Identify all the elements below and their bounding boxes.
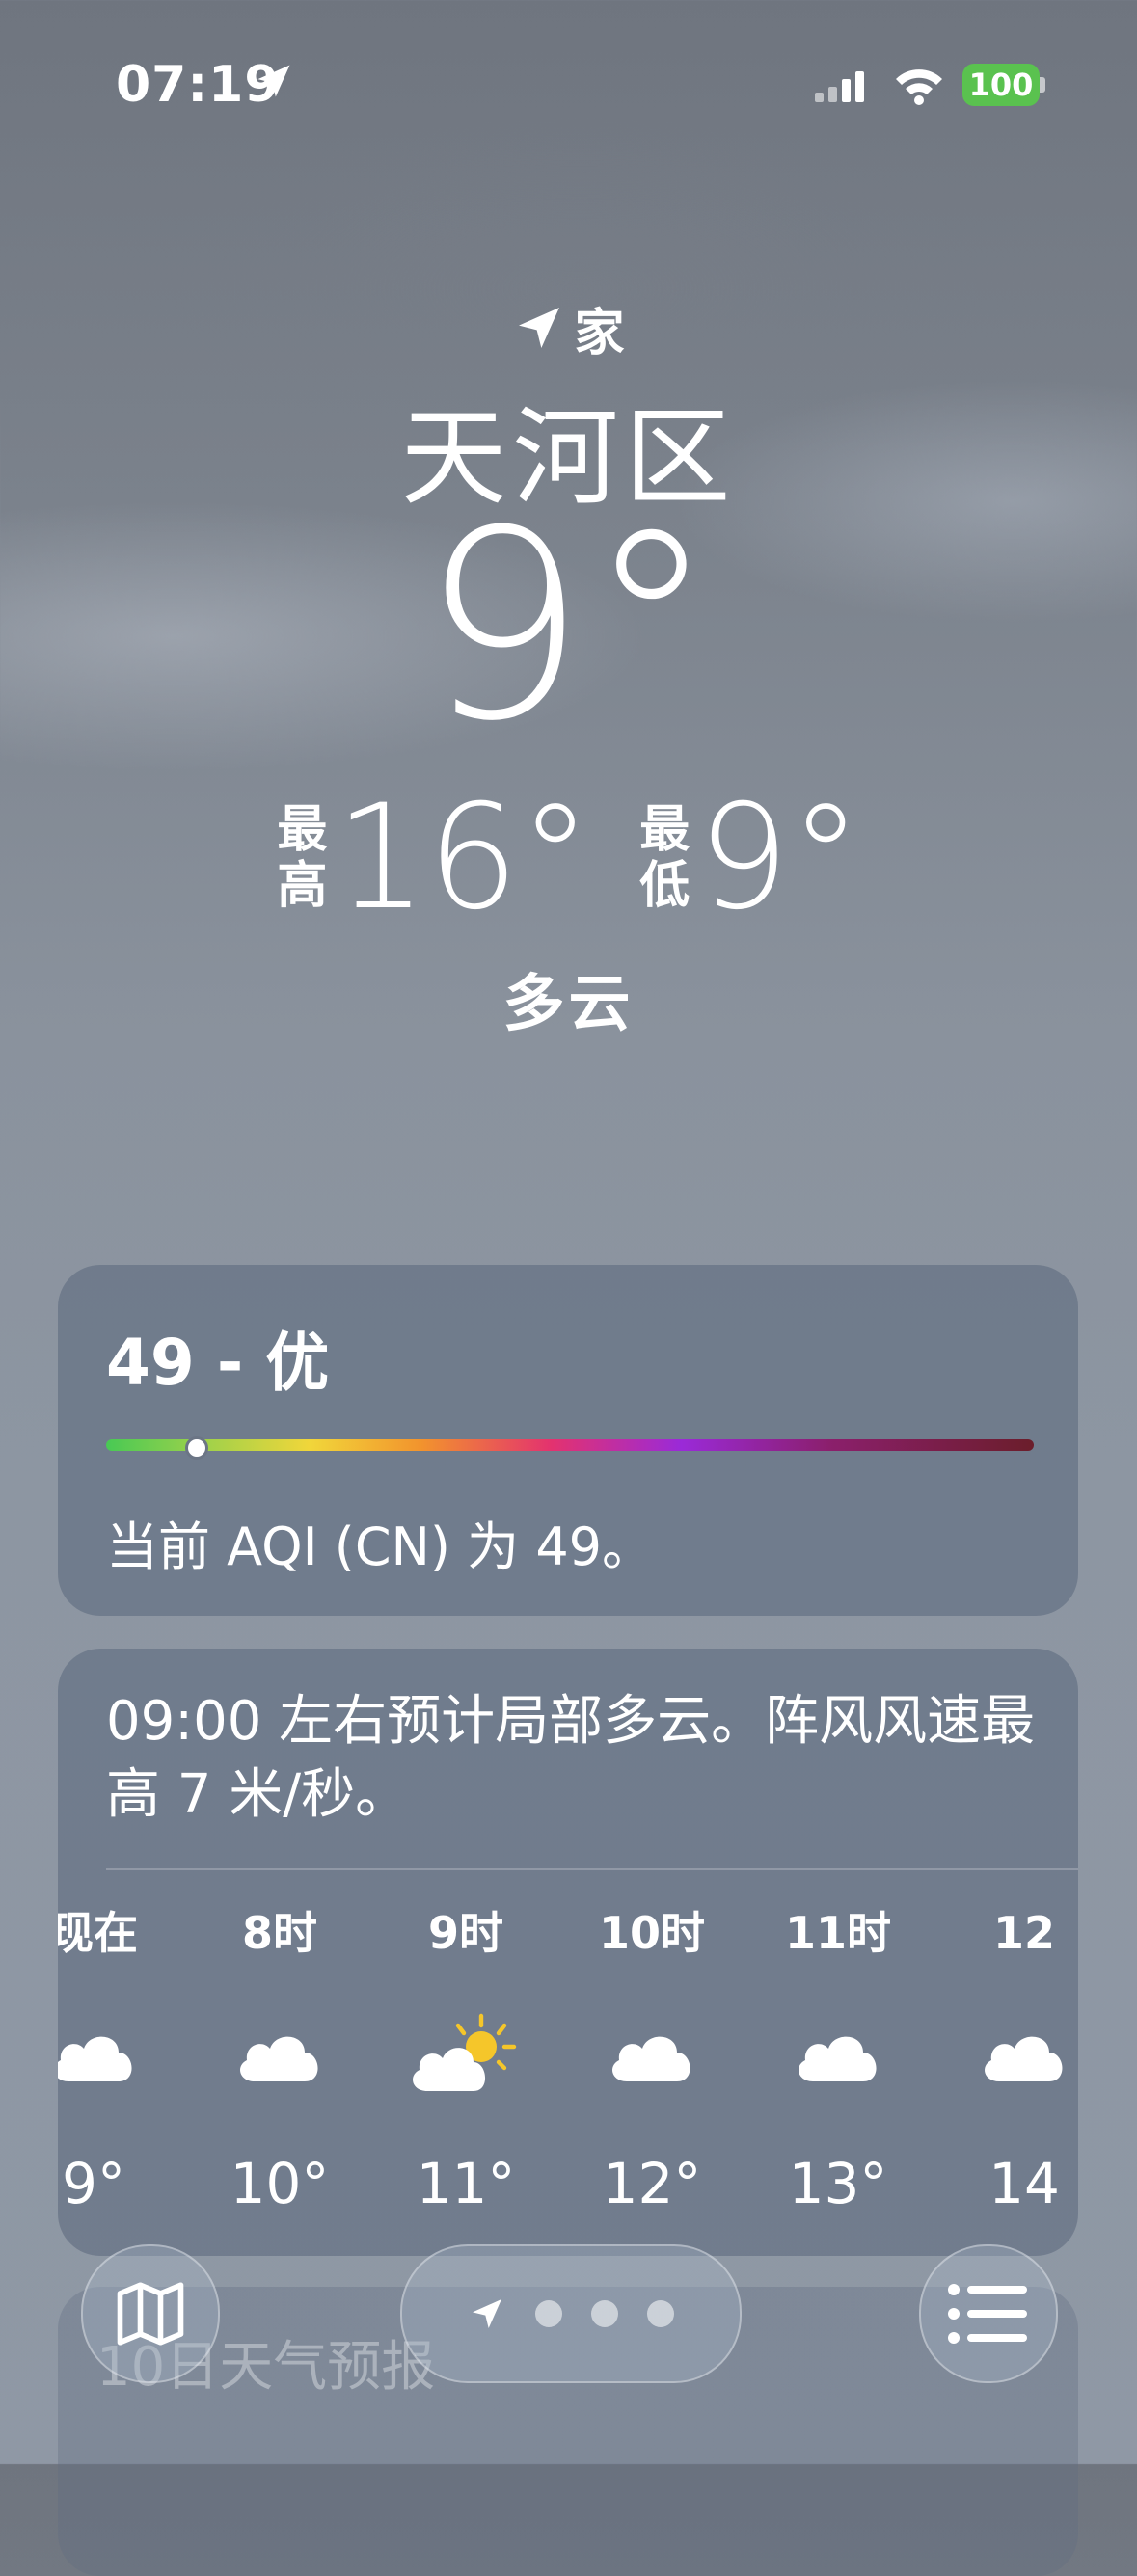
hour-temperature: 9°	[62, 2151, 125, 2216]
aqi-scale-bar	[106, 1439, 1034, 1451]
high-low-row: 最高 16° 最低 9°	[0, 786, 1137, 930]
partly-sunny-icon	[374, 1972, 557, 2135]
location-list-button[interactable]	[919, 2244, 1058, 2383]
low-temperature: 9°	[697, 774, 862, 942]
battery-indicator: 100	[962, 64, 1040, 106]
hour-label: 现在	[58, 1907, 138, 1959]
divider	[106, 1868, 1078, 1870]
hourly-summary: 09:00 左右预计局部多云。阵风风速最高 7 米/秒。	[106, 1690, 1036, 1826]
location-arrow-icon	[473, 2299, 501, 2328]
hour-temperature: 14	[988, 2151, 1060, 2216]
cloud-icon	[746, 1972, 930, 2135]
list-icon	[948, 2284, 1027, 2344]
cloud-icon	[188, 1972, 371, 2135]
hour-label: 12	[992, 1907, 1055, 1959]
hour-column: 10时 12°	[560, 1894, 744, 2232]
wifi-icon	[896, 69, 942, 105]
aqi-description: 当前 AQI (CN) 为 49。	[106, 1516, 655, 1577]
hour-column: 11时 13°	[746, 1894, 930, 2232]
hour-column: 8时 10°	[188, 1894, 371, 2232]
condition-text: 多云	[502, 969, 635, 1040]
high-label: 最高	[277, 801, 328, 915]
hour-temperature: 10°	[230, 2151, 330, 2216]
cellular-signal-icon	[815, 71, 864, 102]
page-dot[interactable]	[535, 2300, 562, 2327]
hour-label: 11时	[784, 1907, 891, 1959]
location-arrow-icon	[519, 308, 560, 348]
page-indicator[interactable]	[400, 2244, 742, 2383]
cloud-icon	[933, 1972, 1078, 2135]
hour-temperature: 13°	[788, 2151, 888, 2216]
high-temperature: 16°	[335, 774, 592, 942]
battery-tip	[1040, 77, 1045, 93]
hour-label: 9时	[427, 1907, 503, 1959]
hour-column: 12 14	[933, 1894, 1078, 2232]
location-arrow-icon	[257, 65, 290, 97]
hourly-list[interactable]: 现在 9° 8时 10° 9时 11° 10时 12° 11时 13° 12 14	[58, 1894, 1078, 2251]
low-label: 最低	[639, 801, 690, 915]
location-row: 家	[0, 289, 1137, 366]
hour-column: 9时 11°	[374, 1894, 557, 2232]
page-dot[interactable]	[591, 2300, 618, 2327]
cloud-icon	[560, 1972, 744, 2135]
page-dot[interactable]	[647, 2300, 674, 2327]
hour-temperature: 11°	[416, 2151, 516, 2216]
current-temperature: 9°	[420, 474, 717, 778]
location-label: 家	[574, 304, 625, 362]
hour-temperature: 12°	[602, 2151, 702, 2216]
hour-column: 现在 9°	[58, 1894, 185, 2232]
map-icon	[117, 2282, 184, 2346]
cloud-icon	[58, 1972, 185, 2135]
map-button[interactable]	[81, 2244, 220, 2383]
aqi-title: 49 - 优	[106, 1326, 330, 1400]
hour-label: 8时	[241, 1907, 317, 1959]
hour-label: 10时	[598, 1907, 705, 1959]
